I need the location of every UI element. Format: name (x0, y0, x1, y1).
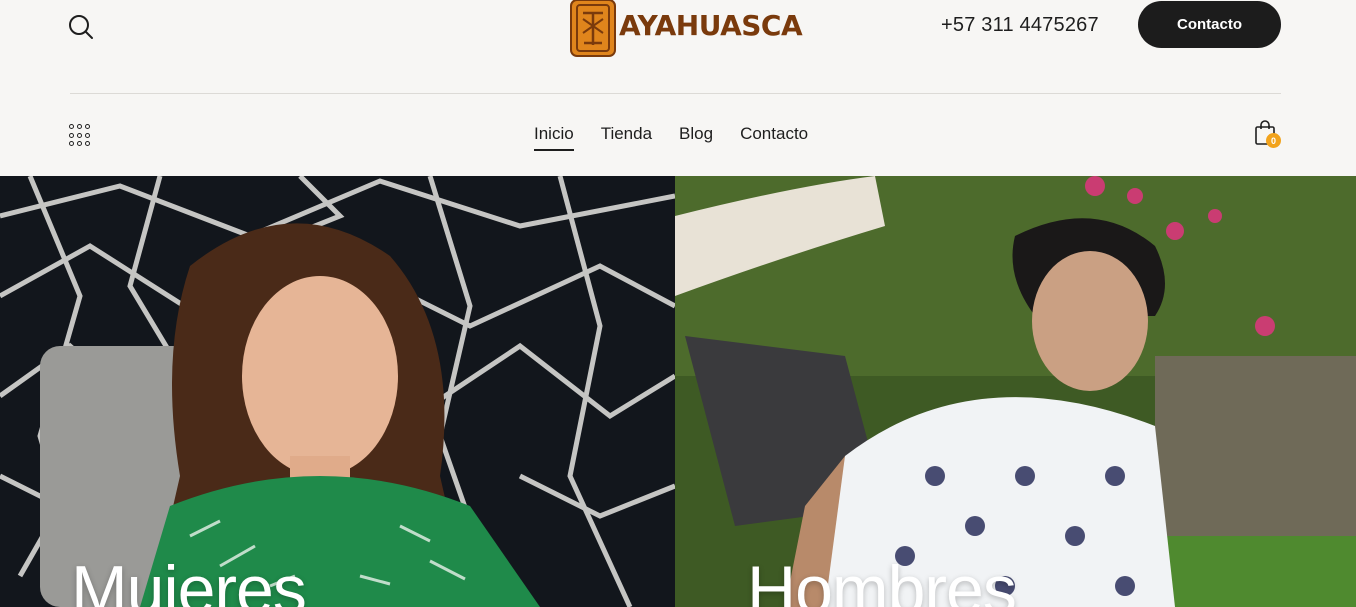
nav-item-contacto[interactable]: Contacto (740, 124, 808, 151)
nav-item-blog[interactable]: Blog (679, 124, 713, 151)
search-icon[interactable] (66, 12, 96, 42)
brand-logo[interactable]: AYAHUASCA (569, 0, 803, 58)
nav-item-tienda[interactable]: Tienda (601, 124, 652, 151)
hero-men[interactable]: Hombres (675, 176, 1356, 607)
top-header: AYAHUASCA +57 311 4475267 Contacto (0, 0, 1356, 93)
logo-mark-icon (570, 0, 616, 57)
cart-button[interactable]: 0 (1254, 120, 1282, 150)
nav-item-inicio[interactable]: Inicio (534, 124, 574, 151)
brand-name: AYAHUASCA (619, 8, 803, 42)
main-navbar: Inicio Tienda Blog Contacto 0 (0, 94, 1356, 176)
contact-button[interactable]: Contacto (1138, 1, 1281, 48)
grid-menu-icon[interactable] (69, 124, 92, 147)
men-photo (675, 176, 1356, 607)
hero-women-title: Mujeres (71, 552, 307, 607)
nav-menu: Inicio Tienda Blog Contacto (534, 124, 808, 151)
phone-number[interactable]: +57 311 4475267 (941, 14, 1099, 37)
hero-women[interactable]: Mujeres (0, 176, 675, 607)
hero-men-title: Hombres (747, 552, 1017, 607)
cart-count-badge: 0 (1266, 133, 1281, 148)
women-photo (0, 176, 675, 607)
